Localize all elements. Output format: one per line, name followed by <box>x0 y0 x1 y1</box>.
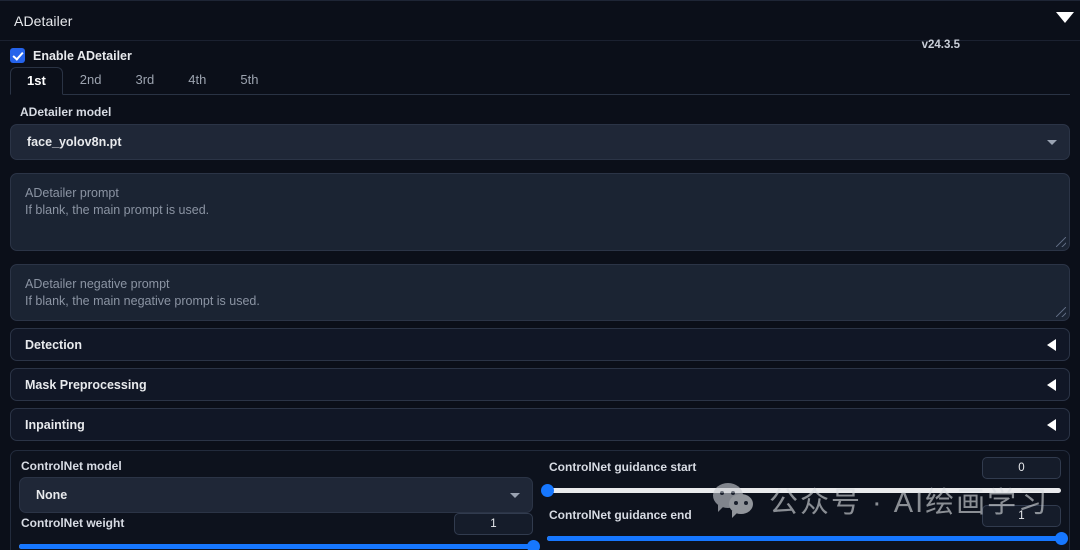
adetailer-panel: ADetailer v24.3.5 Enable ADetailer 1st 2… <box>0 0 1080 550</box>
slider-fill <box>19 544 533 549</box>
controlnet-weight-number[interactable]: 1 <box>454 513 533 535</box>
controlnet-guidance-end-row: ControlNet guidance end 1 <box>547 505 1061 527</box>
accordion-detection[interactable]: Detection <box>10 328 1070 361</box>
chevron-down-icon <box>1047 140 1057 145</box>
caret-down-icon[interactable] <box>1056 12 1074 23</box>
panel-header: ADetailer <box>0 1 1080 41</box>
unit-tabs: 1st 2nd 3rd 4th 5th <box>10 66 1070 95</box>
caret-left-icon <box>1047 338 1056 351</box>
controlnet-left-column: ControlNet model None ControlNet weight … <box>19 457 540 550</box>
controlnet-guidance-end-number[interactable]: 1 <box>982 505 1061 527</box>
accordion-mask-preprocessing-label: Mask Preprocessing <box>25 377 147 392</box>
version-label: v24.3.5 <box>921 39 960 51</box>
adetailer-model-value: face_yolov8n.pt <box>27 135 122 149</box>
chevron-down-icon <box>510 493 520 498</box>
slider-fill <box>547 536 1061 541</box>
slider-thumb[interactable] <box>1054 532 1068 545</box>
controlnet-model-label: ControlNet model <box>21 459 122 473</box>
adetailer-negative-prompt-placeholder-line2: If blank, the main negative prompt is us… <box>25 294 260 308</box>
controlnet-weight-slider[interactable] <box>19 538 540 550</box>
resize-grip-icon[interactable] <box>1056 237 1066 247</box>
controlnet-guidance-end-slider[interactable] <box>547 530 1068 546</box>
controlnet-model-select[interactable]: None <box>19 477 533 513</box>
controlnet-model-value: None <box>36 488 68 502</box>
tab-3rd[interactable]: 3rd <box>119 66 172 94</box>
accordion-inpainting-label: Inpainting <box>25 417 85 432</box>
caret-left-icon <box>1047 378 1056 391</box>
tab-4th[interactable]: 4th <box>171 66 223 94</box>
controlnet-right-column: ControlNet guidance start 0 ControlNet g… <box>540 457 1068 550</box>
adetailer-prompt-placeholder-line1: ADetailer prompt <box>25 186 119 200</box>
accordion-mask-preprocessing[interactable]: Mask Preprocessing <box>10 368 1070 401</box>
controlnet-section: ControlNet model None ControlNet weight … <box>10 450 1070 550</box>
enable-adetailer-label: Enable ADetailer <box>33 48 132 63</box>
slider-thumb[interactable] <box>540 484 554 497</box>
resize-grip-icon[interactable] <box>1056 307 1066 317</box>
controlnet-guidance-start-slider[interactable] <box>540 482 1061 498</box>
controlnet-guidance-start-label: ControlNet guidance start <box>549 460 697 474</box>
caret-left-icon <box>1047 418 1056 431</box>
accordion-inpainting[interactable]: Inpainting <box>10 408 1070 441</box>
controlnet-guidance-start-number[interactable]: 0 <box>982 457 1061 479</box>
slider-track <box>547 488 1061 493</box>
adetailer-negative-prompt-input[interactable]: ADetailer negative prompt If blank, the … <box>10 264 1070 321</box>
adetailer-model-select[interactable]: face_yolov8n.pt <box>10 124 1070 160</box>
adetailer-prompt-input[interactable]: ADetailer prompt If blank, the main prom… <box>10 173 1070 251</box>
adetailer-model-label: ADetailer model <box>20 105 112 119</box>
adetailer-negative-prompt-placeholder-line1: ADetailer negative prompt <box>25 277 170 291</box>
enable-adetailer-checkbox[interactable] <box>10 48 25 63</box>
enable-adetailer-row[interactable]: Enable ADetailer <box>0 41 1080 68</box>
controlnet-guidance-start-row: ControlNet guidance start 0 <box>547 457 1061 479</box>
tab-1st[interactable]: 1st <box>10 67 63 95</box>
tab-5th[interactable]: 5th <box>223 66 275 94</box>
adetailer-prompt-placeholder-line2: If blank, the main prompt is used. <box>25 203 210 217</box>
controlnet-weight-label: ControlNet weight <box>21 516 125 530</box>
slider-thumb[interactable] <box>526 540 540 550</box>
panel-body: ADetailer model face_yolov8n.pt ADetaile… <box>0 95 1080 550</box>
controlnet-weight-row: ControlNet weight 1 <box>19 513 533 535</box>
tab-2nd[interactable]: 2nd <box>63 66 119 94</box>
page-title: ADetailer <box>14 12 73 29</box>
accordion-detection-label: Detection <box>25 337 82 352</box>
controlnet-guidance-end-label: ControlNet guidance end <box>549 508 692 522</box>
